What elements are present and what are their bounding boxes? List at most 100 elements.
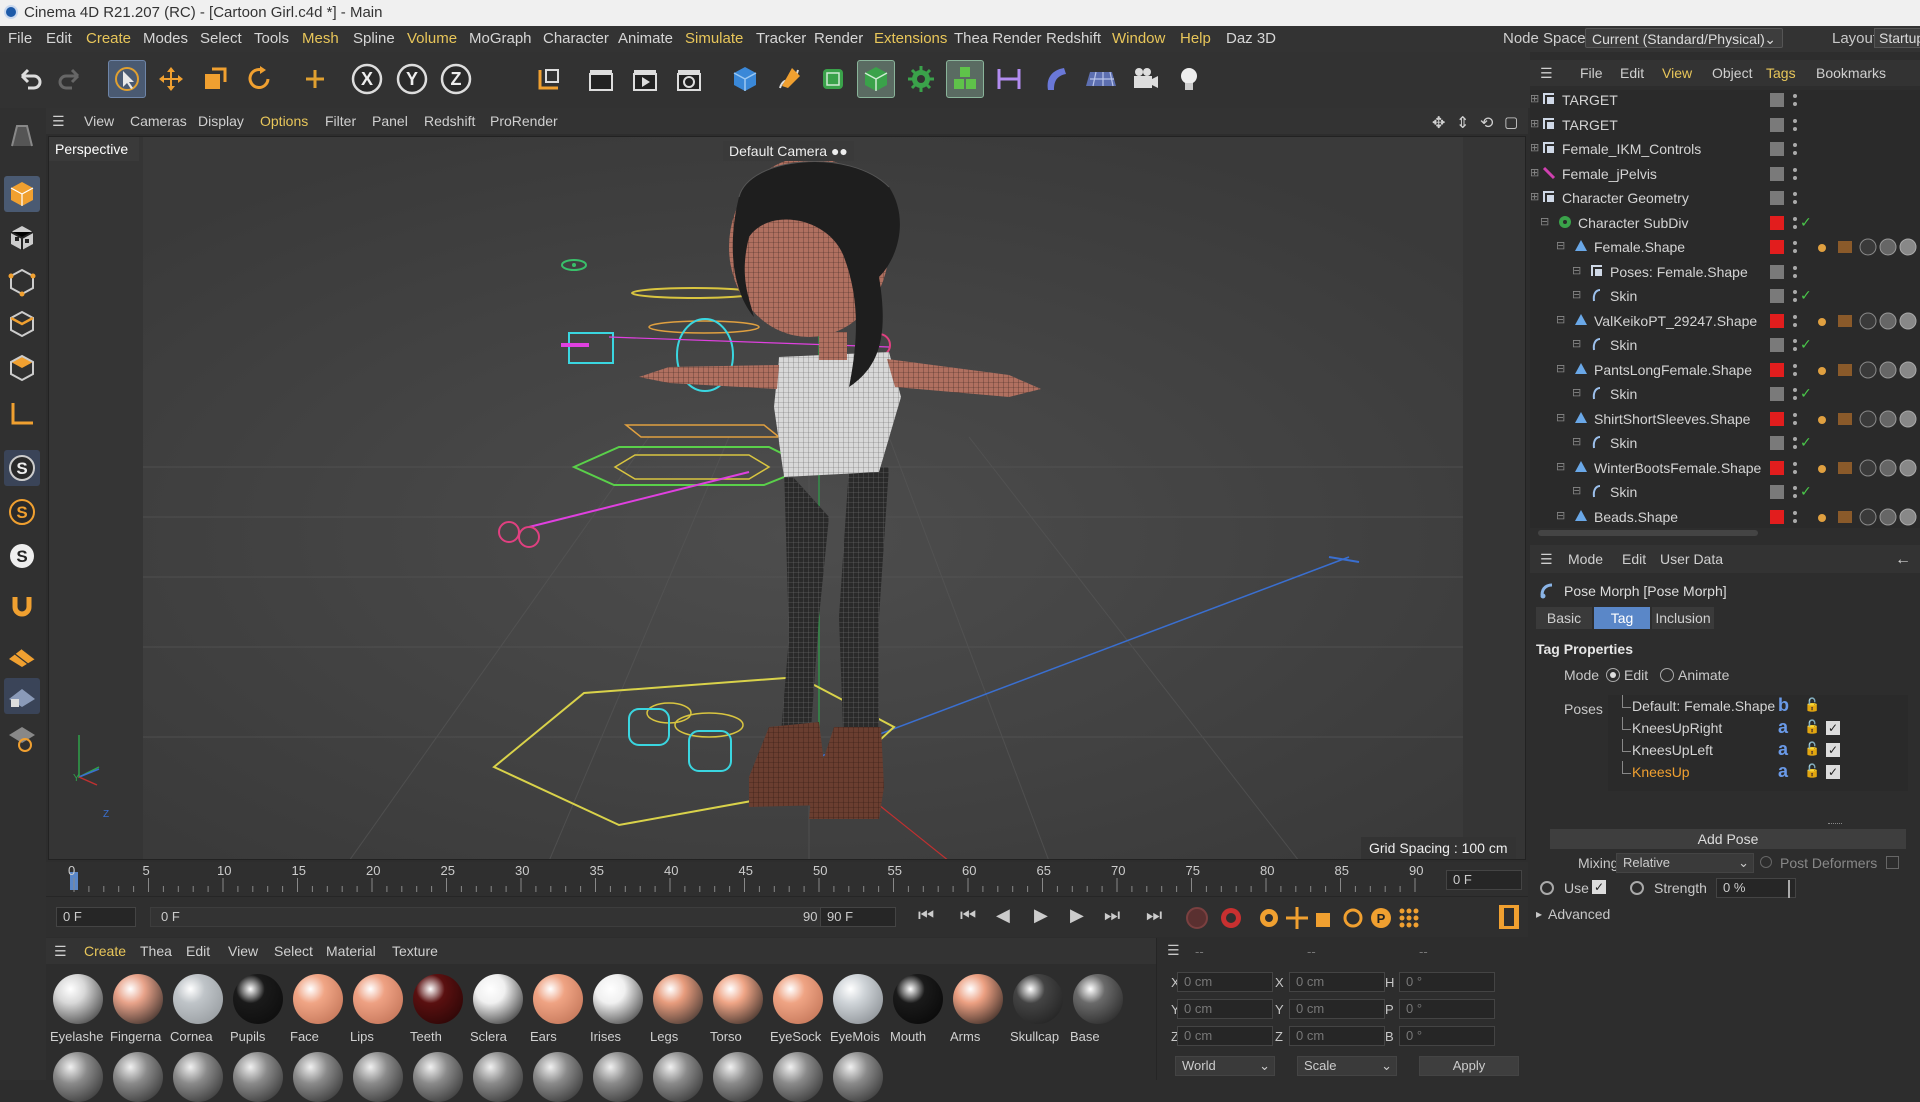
material-preview-ball[interactable] [113, 1052, 163, 1102]
cloner-button[interactable] [902, 60, 940, 98]
object-name[interactable]: Female.Shape [1594, 239, 1685, 255]
object-row[interactable]: ⊟ ShirtShortSleeves.Shape [1530, 407, 1920, 431]
expand-toggle-icon[interactable]: ⊟ [1556, 313, 1565, 326]
material-swatch[interactable]: Legs [650, 972, 706, 1050]
viewport[interactable]: Perspective Default Camera ●● Y Z Grid S… [48, 136, 1526, 860]
mixing-dropdown[interactable]: Relative ⌄ [1616, 853, 1754, 873]
edit-visibility-toggle[interactable] [1770, 436, 1784, 450]
object-row[interactable]: ⊞ TARGET [1530, 90, 1920, 112]
render-settings-button[interactable] [670, 60, 708, 98]
maximize-view-icon[interactable]: ▢ [1504, 113, 1518, 131]
end-frame-field[interactable]: 90 F [820, 907, 896, 927]
menu-window[interactable]: Window [1112, 30, 1165, 47]
strength-anim-radio[interactable] [1630, 881, 1644, 895]
edit-visibility-toggle[interactable] [1770, 289, 1784, 303]
start-frame-field[interactable]: 0 F [56, 907, 136, 927]
object-row[interactable]: ⊟ WinterBootsFemale.Shape [1530, 456, 1920, 480]
menu-tracker[interactable]: Tracker [756, 30, 806, 47]
render-visibility-dots-icon[interactable] [1792, 435, 1797, 451]
scale-tool-button[interactable] [196, 60, 234, 98]
film-strip-icon[interactable] [1496, 903, 1522, 931]
material-menu-texture[interactable]: Texture [392, 943, 438, 959]
edit-visibility-toggle[interactable] [1770, 338, 1784, 352]
expand-toggle-icon[interactable]: ⊞ [1530, 190, 1539, 203]
next-frame-icon[interactable]: ▶ [1070, 905, 1084, 926]
pose-enabled-checkbox[interactable]: ✓ [1826, 721, 1840, 735]
material-preview-ball[interactable] [233, 1052, 283, 1102]
material-swatch[interactable]: Ears [530, 972, 586, 1050]
render-visibility-dots-icon[interactable] [1792, 190, 1797, 206]
object-name[interactable]: PantsLongFemale.Shape [1594, 362, 1752, 378]
viewport-menu-redshift[interactable]: Redshift [424, 113, 475, 129]
extrude-generator-button[interactable] [857, 60, 895, 98]
y-axis-lock-button[interactable]: Y [393, 60, 431, 98]
pose-type-letter[interactable]: a [1778, 739, 1788, 760]
enabled-check-icon[interactable]: ✓ [1800, 336, 1812, 353]
edit-visibility-toggle[interactable] [1770, 117, 1784, 132]
autokey-icon[interactable] [1218, 905, 1244, 931]
expand-toggle-icon[interactable]: ⊟ [1556, 460, 1565, 473]
tab-inclusion[interactable]: Inclusion [1652, 607, 1714, 629]
material-swatch[interactable]: Fingerna [110, 972, 166, 1050]
material-swatch[interactable]: EyeSock [770, 972, 826, 1050]
coord-value-field[interactable]: 0 ° [1399, 972, 1495, 992]
pose-row[interactable]: KneesUpRight a 🔓 ✓ [1608, 717, 1908, 739]
material-swatch[interactable]: Torso [710, 972, 766, 1050]
resize-handle[interactable] [1828, 823, 1842, 826]
keyframe-selection-icon[interactable] [1256, 905, 1282, 931]
menu-create[interactable]: Create [86, 30, 131, 47]
layout-dropdown[interactable]: Startup [1874, 28, 1920, 48]
record-disabled-icon[interactable] [1184, 905, 1210, 931]
attr-menu-edit[interactable]: Edit [1622, 551, 1646, 567]
pose-row[interactable]: KneesUp a 🔓 ✓ [1608, 761, 1908, 783]
tab-tag[interactable]: Tag [1594, 607, 1650, 629]
snap-settings-button[interactable]: S [4, 494, 40, 530]
object-manager-scrollbar[interactable] [1538, 530, 1758, 536]
key-scale-icon[interactable] [1312, 905, 1338, 931]
material-preview-ball[interactable] [173, 1052, 223, 1102]
object-row[interactable]: ⊞ Female_jPelvis [1530, 162, 1920, 186]
timeline-ruler[interactable]: 0 5 10 15 20 25 30 35 40 45 50 55 60 65 70 75 80 85 90 0 F [46, 862, 1528, 896]
om-menu-bookmarks[interactable]: Bookmarks [1816, 65, 1886, 81]
expand-toggle-icon[interactable]: ⊟ [1556, 411, 1565, 424]
subdivision-surface-button[interactable] [814, 60, 852, 98]
object-name[interactable]: TARGET [1562, 117, 1618, 133]
coord-value-field[interactable]: 0 cm [1289, 972, 1385, 992]
viewport-menu-panel[interactable]: Panel [372, 113, 408, 129]
menu-volume[interactable]: Volume [407, 30, 457, 47]
expand-toggle-icon[interactable]: ⊟ [1540, 215, 1549, 228]
object-name[interactable]: Skin [1610, 435, 1637, 451]
material-preview-ball[interactable] [53, 1052, 103, 1102]
render-visibility-dots-icon[interactable] [1792, 166, 1797, 182]
make-editable-button[interactable] [4, 118, 40, 154]
material-preview-ball[interactable] [773, 1052, 823, 1102]
cube-object-button[interactable] [726, 60, 764, 98]
expand-toggle-icon[interactable]: ⊟ [1572, 288, 1581, 301]
pose-name[interactable]: KneesUp [1632, 764, 1690, 780]
render-visibility-dots-icon[interactable] [1792, 509, 1797, 525]
object-tags-icon[interactable] [1816, 459, 1920, 477]
material-menu-create[interactable]: Create [84, 943, 126, 959]
edit-visibility-toggle[interactable] [1770, 142, 1784, 156]
expand-toggle-icon[interactable]: ⊞ [1530, 92, 1539, 105]
menu-mesh[interactable]: Mesh [302, 30, 339, 47]
render-visibility-dots-icon[interactable] [1792, 411, 1797, 427]
material-menu-view[interactable]: View [228, 943, 258, 959]
lock-icon[interactable]: 🔓 [1804, 719, 1820, 735]
object-tags-icon[interactable] [1816, 361, 1920, 379]
hamburger-icon[interactable]: ☰ [52, 113, 65, 130]
material-swatch[interactable]: Pupils [230, 972, 286, 1050]
range-slider[interactable]: 0 F 90 F [150, 907, 850, 927]
object-name[interactable]: Skin [1610, 386, 1637, 402]
key-pla-icon[interactable] [1396, 905, 1422, 931]
material-preview-ball[interactable] [413, 1052, 463, 1102]
object-row[interactable]: ⊟ Female.Shape [1530, 235, 1920, 259]
points-mode-button[interactable] [4, 264, 40, 300]
attr-menu-user-data[interactable]: User Data [1660, 551, 1723, 567]
model-mode-button[interactable] [4, 176, 40, 212]
material-swatch[interactable]: Mouth [890, 972, 946, 1050]
material-preview-ball[interactable] [833, 1052, 883, 1102]
material-preview-ball[interactable] [713, 1052, 763, 1102]
object-name[interactable]: Poses: Female.Shape [1610, 264, 1748, 280]
expand-toggle-icon[interactable]: ⊞ [1530, 166, 1539, 179]
